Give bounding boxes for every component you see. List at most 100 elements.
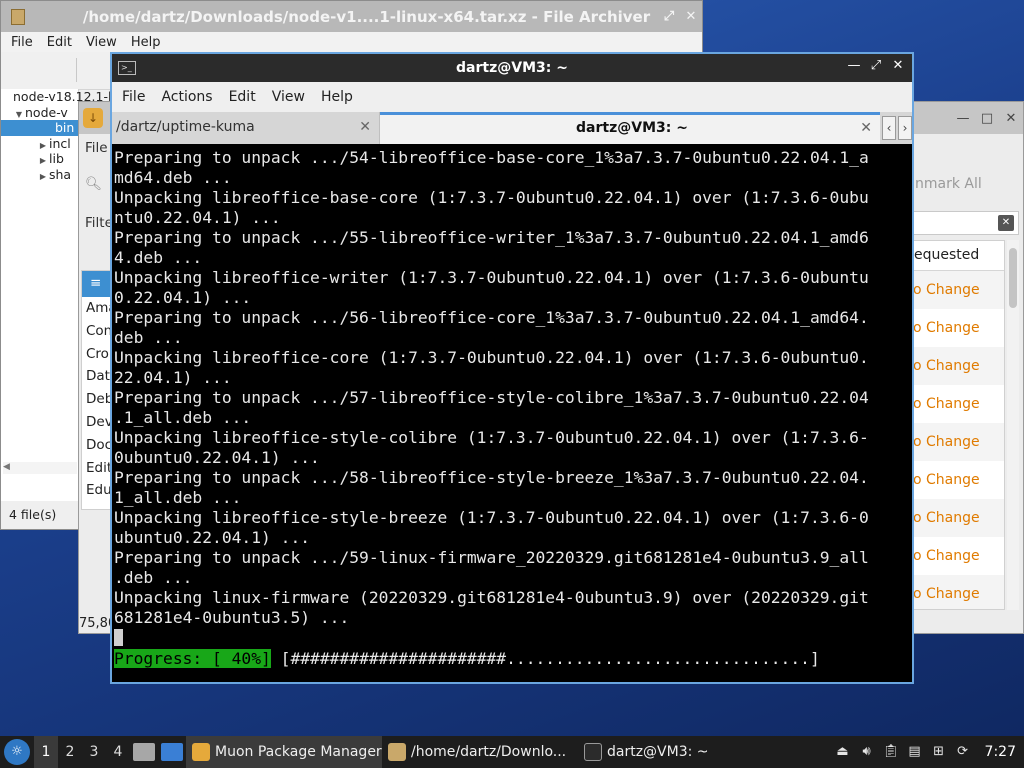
terminal-output[interactable]: Preparing to unpack .../54-libreoffice-b… [112,144,912,682]
terminal-line: 0.22.04.1) ... [114,288,252,307]
terminal-menu-file[interactable]: File [114,89,153,105]
muon-menu-file[interactable]: File [85,140,108,156]
archiver-folder-tree[interactable]: node-v18.12.1-li ▼ node-v bin ▶ incl ▶ lib … [1,89,115,502]
minimize-icon[interactable]: — [846,58,862,73]
tree-item[interactable]: ▶ lib [1,151,78,167]
minimize-icon[interactable]: — [951,111,975,126]
workspace-2[interactable]: 2 [58,736,82,768]
network-icon[interactable]: ⊞ [931,744,947,760]
list-item[interactable]: Doc [82,434,112,457]
list-item[interactable]: Dev [82,411,112,434]
terminal-line: Preparing to unpack .../54-libreoffice-b… [114,148,869,167]
terminal-line: .deb ... [114,568,193,587]
tree-item[interactable]: node-v18.12.1-li [1,89,115,105]
terminal-line: Unpacking libreoffice-writer (1:7.3.7-0u… [114,268,869,287]
terminal-menu-edit[interactable]: Edit [221,89,264,105]
tree-horizontal-scrollbar[interactable]: ◀ [3,462,77,474]
tree-item-selected[interactable]: bin [1,120,78,136]
list-item[interactable]: Dat [82,365,112,388]
list-item[interactable]: Deb [82,388,112,411]
maximize-icon[interactable]: □ [975,111,999,126]
start-menu-icon[interactable]: ☼ [4,739,30,765]
list-item[interactable]: Cro [82,343,112,366]
terminal-titlebar[interactable]: >_ dartz@VM3: ~ — ⤢ ✕ [112,54,912,82]
workspace-1[interactable]: 1 [34,736,58,768]
table-row[interactable]: o Change [910,385,1004,423]
tree-item[interactable]: ▶ sha [1,167,78,183]
task-file-archiver[interactable]: /home/dartz/Downlo... [382,736,578,768]
archiver-menubar: File Edit View Help [1,32,702,52]
terminal-title: dartz@VM3: ~ [456,60,568,76]
tab-uptime-kuma[interactable]: /dartz/uptime-kuma ✕ [112,112,380,144]
list-item[interactable]: Con [82,320,112,343]
table-row[interactable]: o Change [910,461,1004,499]
tab-scroll-right-icon[interactable]: › [898,116,912,140]
terminal-line: Unpacking linux-firmware (20220329.git68… [114,588,869,607]
volume-icon[interactable]: 🔊︎ [859,744,875,760]
table-row[interactable]: o Change [910,575,1004,609]
workspace-3[interactable]: 3 [82,736,106,768]
tree-item[interactable]: ▶ incl [1,136,78,152]
package-search-input[interactable]: ✕ [909,211,1019,235]
table-row[interactable]: o Change [910,537,1004,575]
terminal-menu-help[interactable]: Help [313,89,361,105]
scrollbar-thumb[interactable] [1009,248,1017,308]
scroll-left-icon[interactable]: ◀ [3,462,10,472]
expander-closed-icon[interactable]: ▶ [37,169,49,185]
terminal-lines: Preparing to unpack .../54-libreoffice-b… [114,148,912,628]
table-row[interactable]: o Change [910,347,1004,385]
file-manager-launcher-icon[interactable] [133,743,155,761]
terminal-menu-actions[interactable]: Actions [153,89,220,105]
clipboard-icon[interactable]: 📋︎ [883,744,900,760]
archiver-menu-edit[interactable]: Edit [47,35,72,50]
terminal-menu-view[interactable]: View [264,89,313,105]
close-icon[interactable]: ✕ [890,58,906,73]
terminal-line: Unpacking libreoffice-style-colibre (1:7… [114,428,869,447]
terminal-tabbar: /dartz/uptime-kuma ✕ dartz@VM3: ~ ✕ ‹ › [112,112,912,144]
list-item[interactable]: Edu [82,479,112,502]
tab-home[interactable]: dartz@VM3: ~ ✕ [380,112,880,144]
maximize-icon[interactable]: ⤢ [868,58,884,73]
clear-icon[interactable]: ✕ [998,215,1014,231]
list-item[interactable]: Edit [82,457,112,480]
close-icon[interactable]: ✕ [999,111,1023,126]
terminal-line: Unpacking libreoffice-base-core (1:7.3.7… [114,188,869,207]
package-table[interactable]: equested o Change o Change o Change o Ch… [909,240,1005,610]
terminal-line: Unpacking libreoffice-core (1:7.3.7-0ubu… [114,348,869,367]
workspace-4[interactable]: 4 [106,736,130,768]
task-terminal[interactable]: dartz@VM3: ~ [578,736,774,768]
list-item[interactable]: Ama [82,297,112,320]
table-row[interactable]: o Change [910,499,1004,537]
archiver-menu-view[interactable]: View [86,35,117,50]
maximize-icon[interactable]: ⤢ [658,9,680,24]
table-row[interactable]: o Change [910,309,1004,347]
close-icon[interactable]: ✕ [680,9,702,24]
tab-close-icon[interactable]: ✕ [359,112,371,142]
table-row[interactable]: o Change [910,423,1004,461]
terminal-line: 0ubuntu0.22.04.1) ... [114,448,320,467]
terminal-menubar: File Actions Edit View Help [112,82,912,112]
requested-column-header[interactable]: equested [910,241,1004,271]
terminal-line: Preparing to unpack .../55-libreoffice-w… [114,228,869,247]
update-icon[interactable]: ⟳ [955,744,971,760]
terminal-line: Preparing to unpack .../58-libreoffice-s… [114,468,869,487]
archiver-titlebar[interactable]: /home/dartz/Downloads/node-v1....1-linux… [1,1,702,32]
clock[interactable]: 7:27 [985,744,1016,760]
terminal-cursor-line [114,628,912,648]
notes-icon[interactable]: ▤ [907,744,923,760]
archiver-menu-help[interactable]: Help [131,35,161,50]
task-muon[interactable]: Muon Package Manager [186,736,382,768]
show-desktop-icon[interactable] [161,743,183,761]
tab-scroll-left-icon[interactable]: ‹ [882,116,896,140]
tree-item-label: bin [55,120,75,135]
archiver-menu-file[interactable]: File [11,35,33,50]
terminal-line: 1_all.deb ... [114,488,242,507]
tab-close-icon[interactable]: ✕ [860,115,872,141]
package-table-scrollbar[interactable] [1007,240,1019,610]
category-list[interactable]: ≡ Ama Con Cro Dat Deb Dev Doc Edit Edu [81,270,113,510]
tree-item[interactable]: ▼ node-v [1,105,78,121]
eject-icon[interactable]: ⏏ [835,744,851,760]
archive-task-icon [388,743,406,761]
unmark-all-button[interactable]: nmark All [915,176,982,192]
table-row[interactable]: o Change [910,271,1004,309]
